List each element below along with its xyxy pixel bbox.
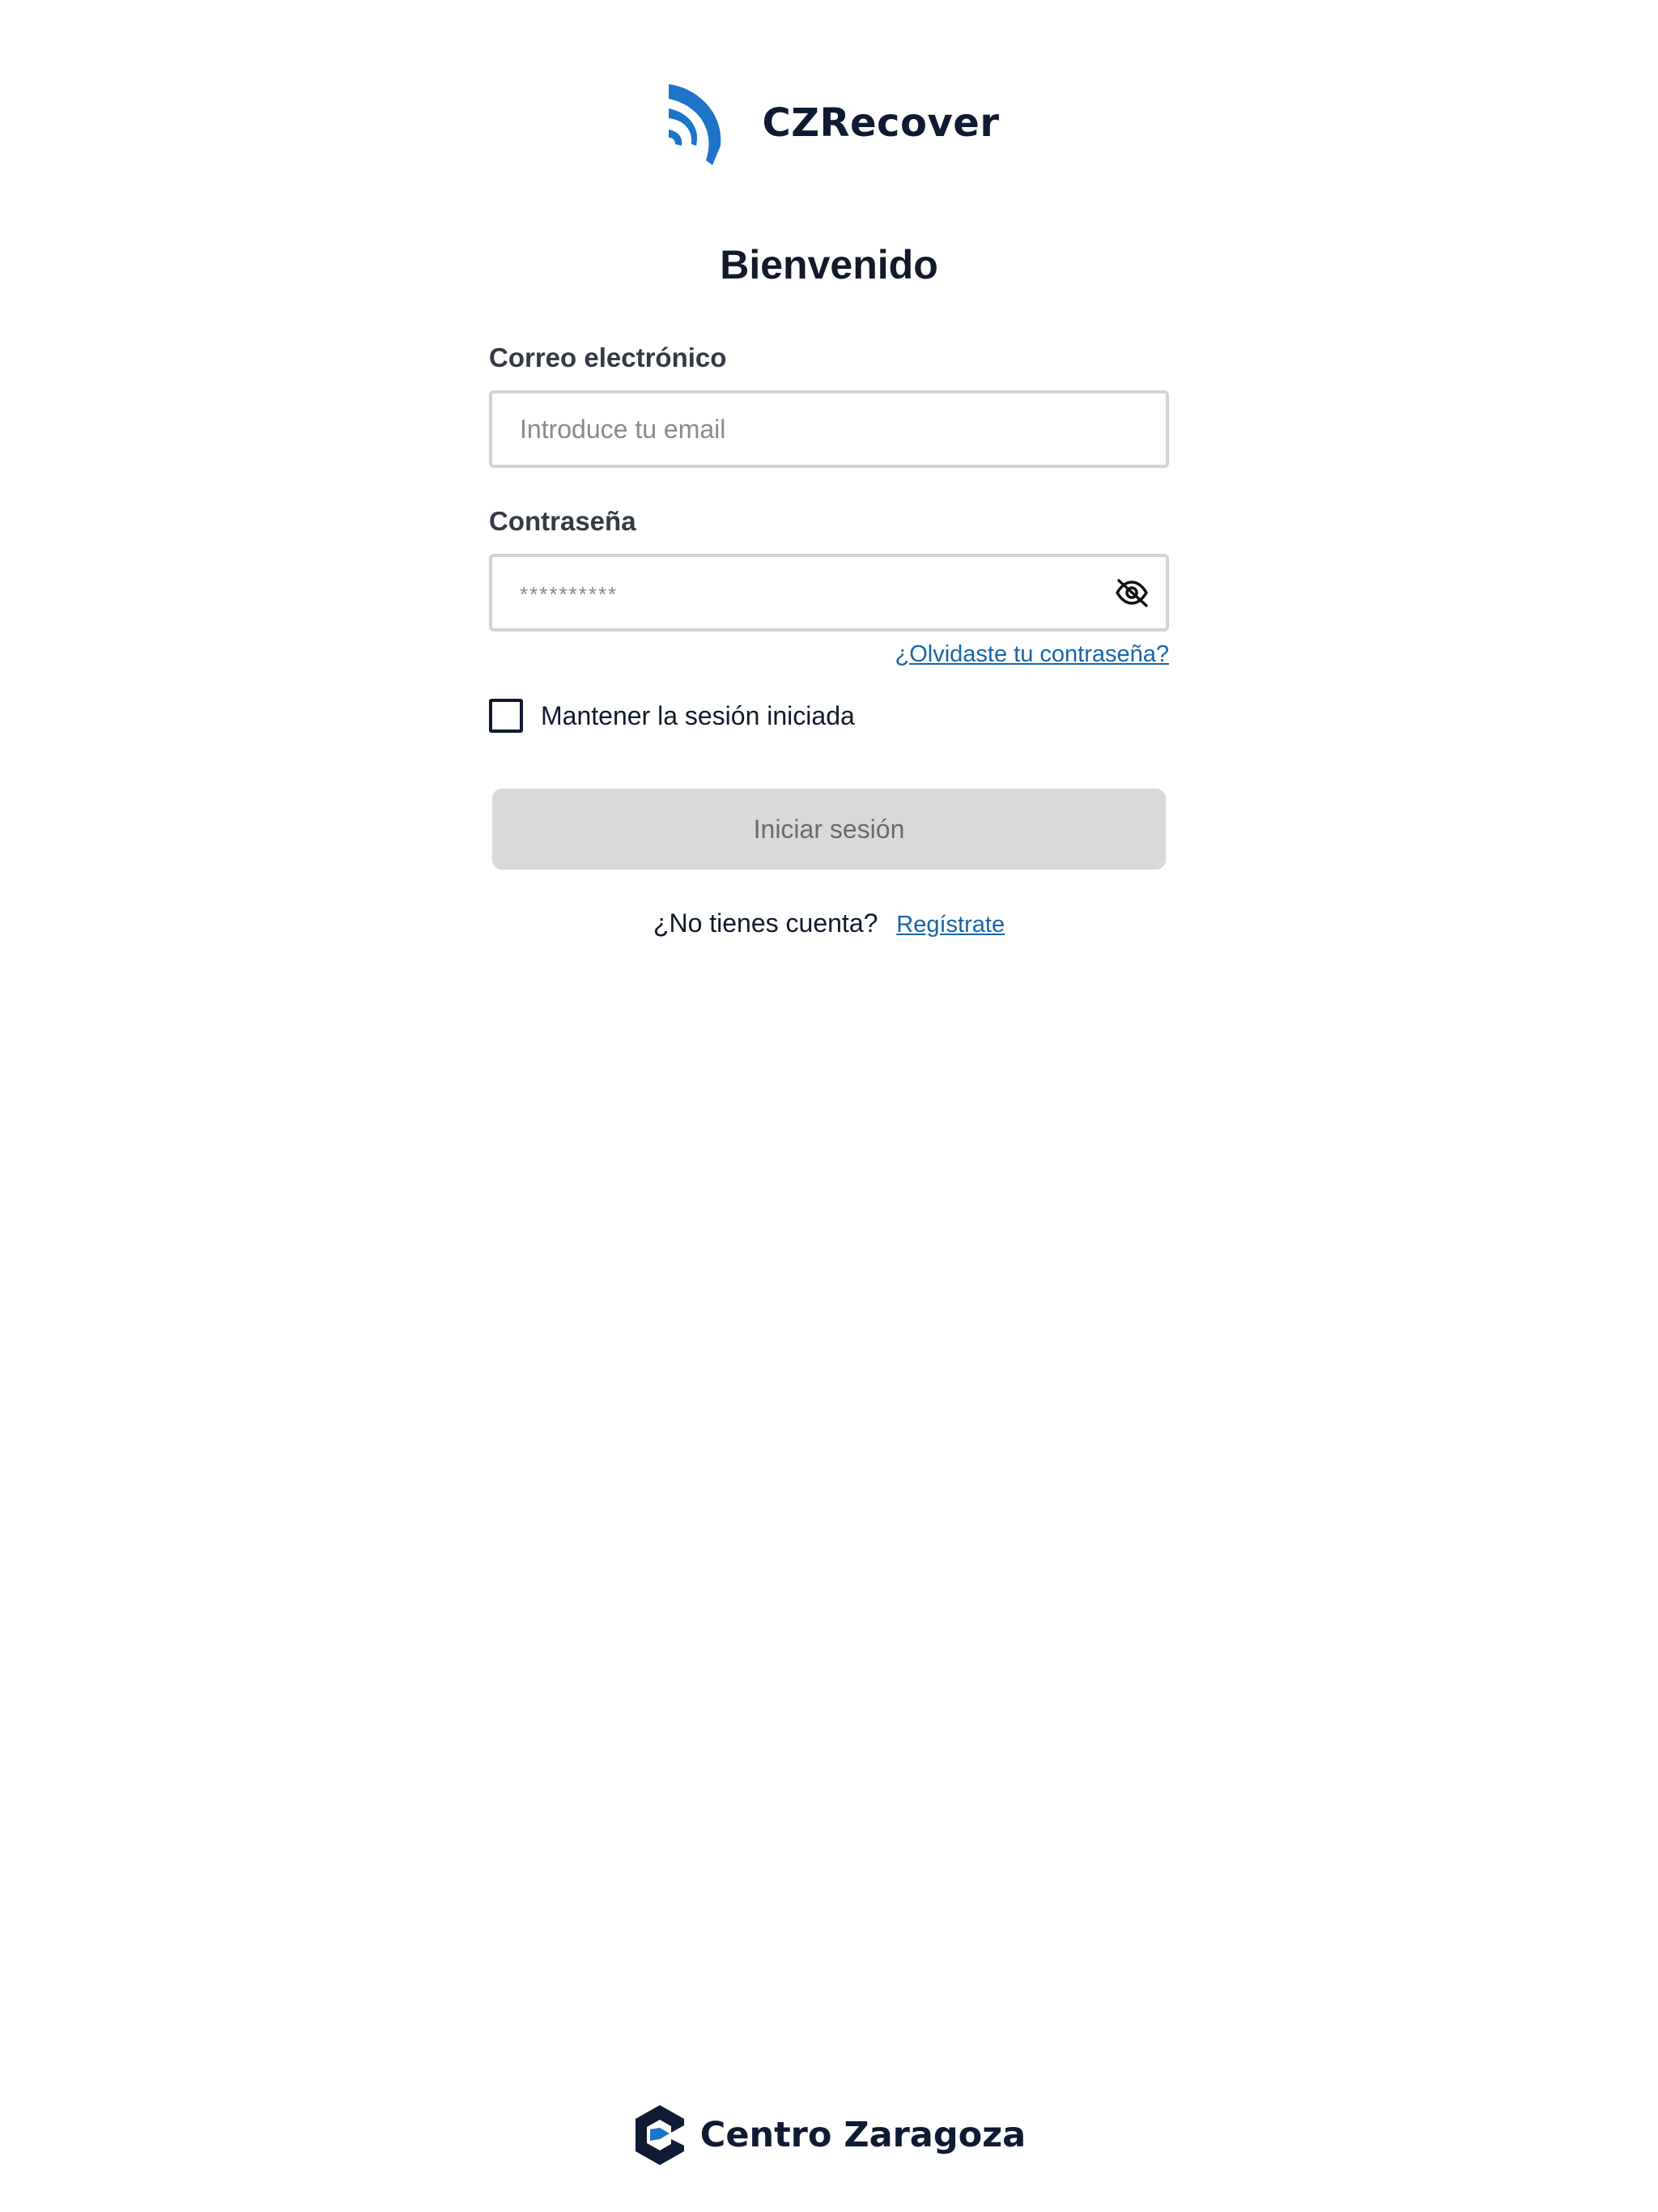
hexagon-logo-icon — [635, 2105, 684, 2165]
eye-slash-icon[interactable] — [1114, 578, 1150, 607]
company-logo: Centro Zaragoza — [632, 2104, 1026, 2167]
app-header: CZRecover — [0, 81, 1658, 165]
password-field-box — [489, 554, 1169, 632]
password-input[interactable] — [492, 557, 1119, 628]
footer: Centro Zaragoza — [0, 2104, 1658, 2167]
remember-row: Mantener la sesión iniciada — [489, 698, 1169, 734]
email-label: Correo electrónico — [489, 342, 727, 372]
forgot-row: ¿Olvidaste tu contraseña? — [489, 641, 1169, 677]
login-form: Correo electrónico Contraseña ¿Olvidaste… — [489, 340, 1169, 938]
email-field-box — [489, 390, 1169, 468]
remember-label[interactable]: Mantener la sesión iniciada — [541, 701, 855, 731]
signup-link[interactable]: Regístrate — [896, 912, 1005, 938]
password-label: Contraseña — [489, 506, 636, 536]
app-name: CZRecover — [762, 100, 1000, 146]
login-button[interactable]: Iniciar sesión — [492, 789, 1166, 870]
app-logo: CZRecover — [664, 81, 1000, 165]
company-name: Centro Zaragoza — [699, 2115, 1027, 2155]
signup-prompt: ¿No tienes cuenta? — [653, 908, 878, 938]
forgot-password-link[interactable]: ¿Olvidaste tu contraseña? — [895, 641, 1169, 667]
signal-waves-icon — [668, 84, 721, 165]
email-input[interactable] — [492, 393, 1119, 465]
page-title: Bienvenido — [720, 242, 938, 287]
signup-row: ¿No tienes cuenta? Regístrate — [489, 908, 1169, 938]
remember-checkbox[interactable] — [489, 699, 523, 733]
